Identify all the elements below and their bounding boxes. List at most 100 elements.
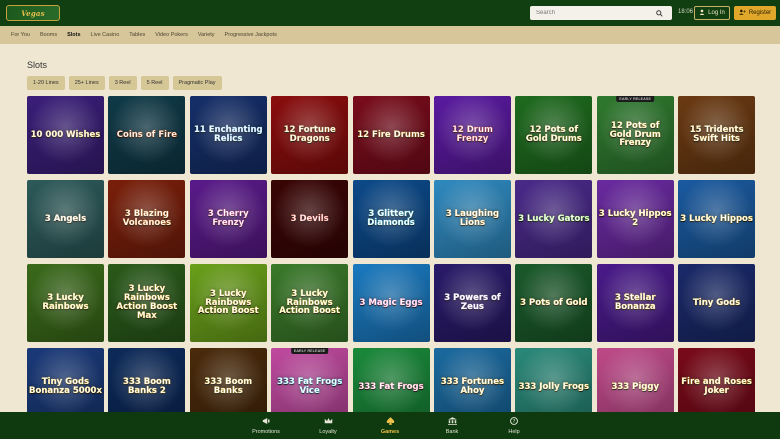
bank-icon bbox=[447, 416, 457, 427]
bottom-nav-bank[interactable]: Bank bbox=[428, 412, 476, 439]
game-tile[interactable]: 3 Pots of Gold bbox=[515, 264, 593, 342]
game-title: 12 Drum Frenzy bbox=[451, 125, 493, 144]
games-grid: 10 000 Wishes Coins of Fire 11 Enchanting … bbox=[27, 96, 756, 426]
game-title: 10 000 Wishes bbox=[30, 129, 101, 140]
early-release-badge: EARLY RELEASE bbox=[616, 96, 655, 102]
bottom-nav-label: Loyalty bbox=[319, 428, 337, 435]
game-tile[interactable]: 3 Powers of Zeus bbox=[433, 264, 511, 342]
spade-icon bbox=[386, 416, 395, 427]
game-title: 3 Angels bbox=[44, 213, 87, 224]
game-tile[interactable]: 12 Pots of Gold Drums bbox=[515, 96, 593, 174]
bottom-nav-help[interactable]: ? Help bbox=[490, 412, 538, 439]
nav-tab-video-pokers[interactable]: Video Pokers bbox=[150, 26, 193, 44]
bottom-nav-loyalty[interactable]: Loyalty bbox=[304, 412, 352, 439]
game-tile[interactable]: 12 Fire Drums bbox=[352, 96, 430, 174]
game-title: 3 Lucky Hippos bbox=[680, 213, 753, 224]
game-tile[interactable]: 3 Glittery Diamonds bbox=[352, 180, 430, 258]
game-title: 12 Fortune Dragons bbox=[283, 125, 336, 144]
early-release-badge: EARLY RELEASE bbox=[290, 348, 329, 354]
game-tile[interactable]: 3 Stellar Bonanza bbox=[596, 264, 674, 342]
filter-chip[interactable]: 1-20 Lines bbox=[27, 76, 65, 90]
game-tile[interactable]: 12 Pots of Gold Drum Frenzy EARLY RELEASE bbox=[596, 96, 674, 174]
filter-chip[interactable]: 3 Reel bbox=[108, 76, 137, 90]
game-title: 3 Powers of Zeus bbox=[444, 293, 501, 312]
game-tile[interactable]: 3 Devils bbox=[271, 180, 349, 258]
nav-tab-for-you[interactable]: For You bbox=[6, 26, 35, 44]
game-title: 3 Lucky Hippos 2 bbox=[598, 209, 672, 228]
nav-tab-slots[interactable]: Slots bbox=[62, 26, 85, 44]
game-title: 3 Lucky Rainbows Action Boost Max bbox=[116, 284, 178, 321]
game-title: 3 Pots of Gold bbox=[520, 297, 588, 308]
search-input[interactable] bbox=[530, 10, 654, 16]
game-tile[interactable]: 15 Tridents Swift Hits bbox=[678, 96, 756, 174]
game-tile[interactable]: Coins of Fire bbox=[108, 96, 186, 174]
bottom-nav-label: Promotions bbox=[252, 428, 280, 435]
game-tile[interactable]: 3 Lucky Gators bbox=[515, 180, 593, 258]
bottom-nav-promotions[interactable]: Promotions bbox=[242, 412, 290, 439]
game-title: Fire and Roses Joker bbox=[681, 377, 752, 396]
bottom-nav-games[interactable]: Games bbox=[366, 412, 414, 439]
search-icon[interactable] bbox=[654, 8, 664, 18]
game-title: 3 Blazing Volcanoes bbox=[122, 209, 172, 228]
register-button[interactable]: Register bbox=[734, 6, 776, 20]
game-title: 11 Enchanting Relics bbox=[193, 125, 263, 144]
svg-text:?: ? bbox=[513, 419, 516, 425]
game-tile[interactable]: 3 Lucky Rainbows bbox=[27, 264, 104, 342]
login-button[interactable]: Log In bbox=[694, 6, 730, 20]
user-icon bbox=[699, 9, 705, 17]
category-nav: For You Booms Slots Live Casino Tables Video … bbox=[0, 26, 780, 44]
filter-chip[interactable]: Pragmatic Play bbox=[172, 76, 222, 90]
game-title: Tiny Gods Bonanza 5000x bbox=[29, 377, 102, 396]
game-tile[interactable]: 3 Lucky Rainbows Action Boost bbox=[189, 264, 267, 342]
game-tile[interactable]: 3 Angels bbox=[27, 180, 104, 258]
game-tile[interactable]: 3 Blazing Volcanoes bbox=[108, 180, 186, 258]
login-label: Log In bbox=[708, 10, 725, 16]
game-tile[interactable]: 11 Enchanting Relics bbox=[189, 96, 267, 174]
search-box[interactable] bbox=[530, 6, 672, 20]
bottom-navigation: Promotions Loyalty Games Bank? Help bbox=[0, 412, 780, 439]
game-tile[interactable]: 3 Lucky Hippos bbox=[678, 180, 756, 258]
nav-tab-variety[interactable]: Variety bbox=[193, 26, 220, 44]
register-label: Register bbox=[748, 10, 772, 16]
game-title: 333 Piggy bbox=[611, 381, 660, 392]
game-title: 3 Lucky Rainbows Action Boost bbox=[279, 288, 341, 317]
game-title: 333 Jolly Frogs bbox=[518, 381, 590, 392]
game-tile[interactable]: 3 Lucky Rainbows Action Boost bbox=[271, 264, 349, 342]
game-title: 333 Fortunes Ahoy bbox=[440, 377, 505, 396]
filter-chip[interactable]: 25+ Lines bbox=[68, 76, 105, 90]
crown-icon bbox=[324, 417, 333, 427]
nav-tab-booms[interactable]: Booms bbox=[35, 26, 62, 44]
game-tile[interactable]: 3 Lucky Rainbows Action Boost Max bbox=[108, 264, 186, 342]
game-title: 12 Fire Drums bbox=[357, 129, 425, 140]
game-title: 3 Stellar Bonanza bbox=[614, 293, 656, 312]
game-tile[interactable]: 12 Drum Frenzy bbox=[433, 96, 511, 174]
nav-tab-progressive-jackpots[interactable]: Progressive Jackpots bbox=[220, 26, 282, 44]
game-title: 3 Lucky Rainbows Action Boost bbox=[197, 288, 259, 317]
game-tile[interactable]: 3 Magic Eggs bbox=[352, 264, 430, 342]
game-title: 3 Magic Eggs bbox=[359, 297, 423, 308]
nav-tab-tables[interactable]: Tables bbox=[124, 26, 150, 44]
add-user-icon bbox=[738, 9, 746, 17]
game-tile[interactable]: 3 Lucky Hippos 2 bbox=[596, 180, 674, 258]
game-tile[interactable]: 3 Laughing Lions bbox=[433, 180, 511, 258]
filter-chip[interactable]: 5 Reel bbox=[140, 76, 169, 90]
game-title: Coins of Fire bbox=[116, 129, 178, 140]
bottom-nav-label: Bank bbox=[445, 428, 459, 435]
game-tile[interactable]: 12 Fortune Dragons bbox=[271, 96, 349, 174]
game-title: 3 Glittery Diamonds bbox=[367, 209, 415, 228]
game-title: 3 Lucky Rainbows bbox=[42, 293, 89, 312]
nav-tab-live-casino[interactable]: Live Casino bbox=[86, 26, 125, 44]
bottom-nav-label: Help bbox=[508, 428, 520, 435]
logo-text: Vegas bbox=[21, 8, 45, 18]
game-title: 3 Devils bbox=[290, 213, 329, 224]
game-title: 333 Boom Banks 2 bbox=[123, 377, 171, 396]
game-tile[interactable]: Tiny Gods bbox=[678, 264, 756, 342]
game-title: 333 Fat Frogs bbox=[358, 381, 424, 392]
game-tile[interactable]: 10 000 Wishes bbox=[27, 96, 104, 174]
site-logo[interactable]: Vegas bbox=[6, 5, 60, 21]
game-title: 3 Laughing Lions bbox=[445, 209, 500, 228]
game-tile[interactable]: 3 Cherry Frenzy bbox=[189, 180, 267, 258]
game-title: 12 Pots of Gold Drum Frenzy bbox=[609, 120, 661, 149]
top-header: Vegas 18:06 Log In Register bbox=[0, 0, 780, 26]
megaphone-icon bbox=[262, 417, 271, 427]
